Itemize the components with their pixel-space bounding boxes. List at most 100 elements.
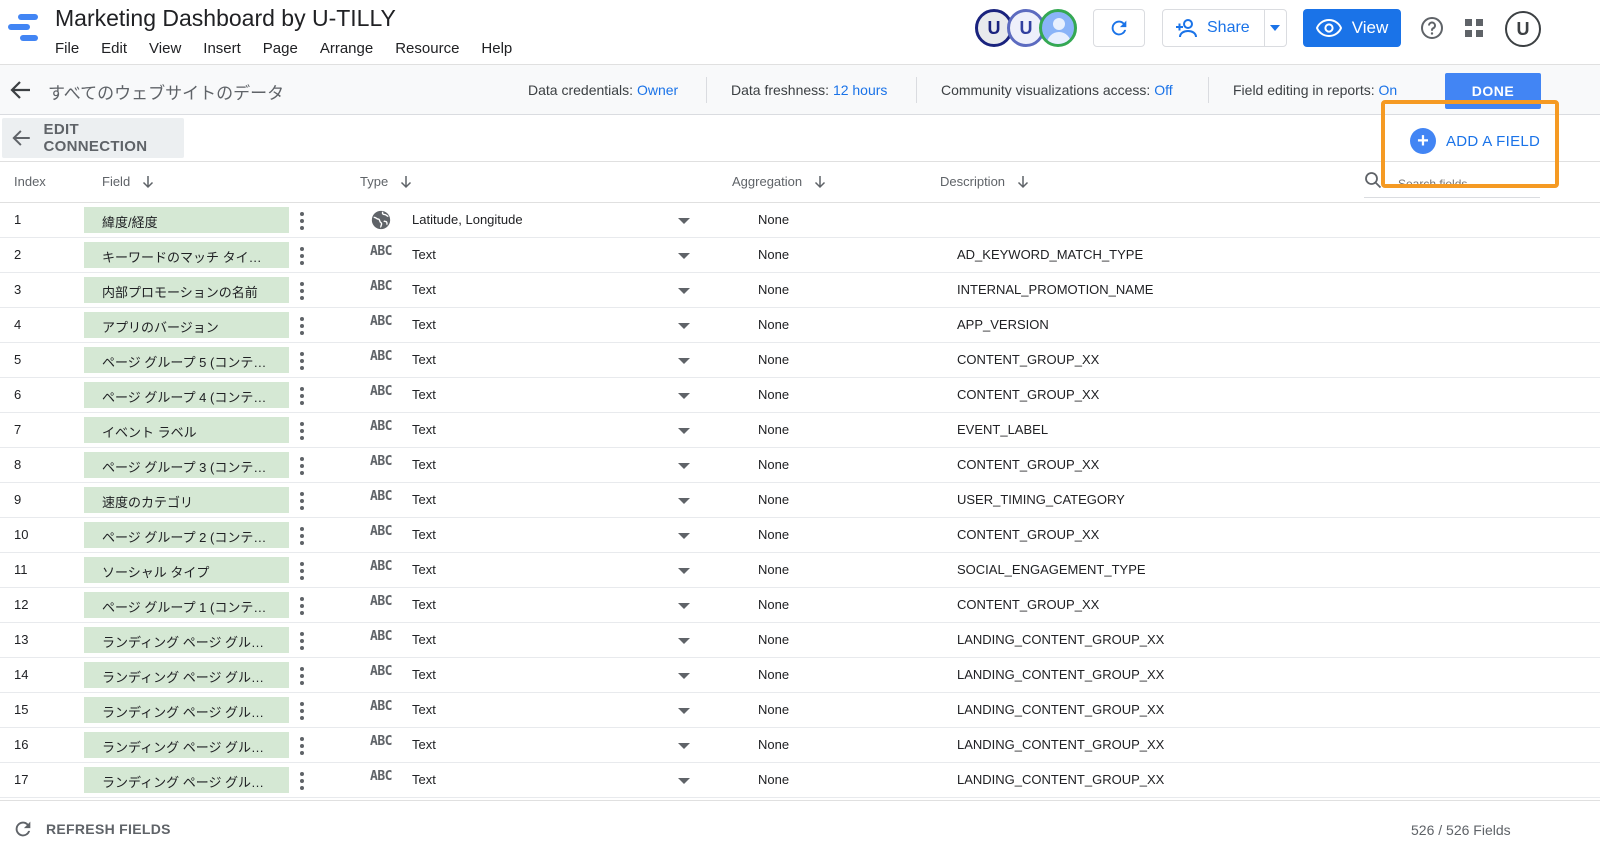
field-description[interactable]: CONTENT_GROUP_XX bbox=[957, 457, 1099, 472]
more-vert-icon[interactable] bbox=[300, 597, 304, 615]
more-vert-icon[interactable] bbox=[300, 562, 304, 580]
field-name-chip[interactable]: ランディング ページ グル… bbox=[84, 732, 289, 758]
aggregation-select[interactable]: None bbox=[758, 562, 789, 577]
field-description[interactable]: LANDING_CONTENT_GROUP_XX bbox=[957, 737, 1164, 752]
aggregation-select[interactable]: None bbox=[758, 422, 789, 437]
type-dropdown-chevron-icon[interactable] bbox=[678, 393, 690, 399]
field-name-chip[interactable]: イベント ラベル bbox=[84, 417, 289, 443]
aggregation-select[interactable]: None bbox=[758, 492, 789, 507]
more-vert-icon[interactable] bbox=[300, 702, 304, 720]
aggregation-select[interactable]: None bbox=[758, 667, 789, 682]
field-type-select[interactable]: Text bbox=[412, 702, 436, 717]
menu-item-view[interactable]: View bbox=[149, 40, 181, 57]
sort-arrow-down-icon[interactable] bbox=[142, 175, 154, 189]
more-vert-icon[interactable] bbox=[300, 457, 304, 475]
more-vert-icon[interactable] bbox=[300, 772, 304, 790]
data-credentials-setting[interactable]: Data credentials: Owner bbox=[528, 82, 678, 98]
more-vert-icon[interactable] bbox=[300, 492, 304, 510]
field-name-chip[interactable]: ランディング ページ グル… bbox=[84, 662, 289, 688]
menu-item-page[interactable]: Page bbox=[263, 40, 298, 57]
column-header-field[interactable]: Field bbox=[102, 174, 154, 189]
field-name-chip[interactable]: ページ グループ 2 (コンテ… bbox=[84, 522, 289, 548]
column-header-aggregation[interactable]: Aggregation bbox=[732, 174, 826, 189]
type-dropdown-chevron-icon[interactable] bbox=[678, 568, 690, 574]
data-freshness-setting[interactable]: Data freshness: 12 hours bbox=[731, 82, 887, 98]
field-description[interactable]: APP_VERSION bbox=[957, 317, 1049, 332]
aggregation-select[interactable]: None bbox=[758, 247, 789, 262]
edit-connection-button[interactable]: EDIT CONNECTION bbox=[2, 118, 184, 158]
field-type-select[interactable]: Text bbox=[412, 667, 436, 682]
type-dropdown-chevron-icon[interactable] bbox=[678, 603, 690, 609]
more-vert-icon[interactable] bbox=[300, 667, 304, 685]
aggregation-select[interactable]: None bbox=[758, 282, 789, 297]
field-name-chip[interactable]: ページ グループ 4 (コンテ… bbox=[84, 382, 289, 408]
more-vert-icon[interactable] bbox=[300, 247, 304, 265]
type-dropdown-chevron-icon[interactable] bbox=[678, 463, 690, 469]
aggregation-select[interactable]: None bbox=[758, 772, 789, 787]
more-vert-icon[interactable] bbox=[300, 422, 304, 440]
menu-item-insert[interactable]: Insert bbox=[203, 40, 241, 57]
field-type-select[interactable]: Text bbox=[412, 387, 436, 402]
field-name-chip[interactable]: 内部プロモーションの名前 bbox=[84, 277, 289, 303]
refresh-fields-button[interactable]: REFRESH FIELDS bbox=[12, 818, 171, 840]
field-name-chip[interactable]: ランディング ページ グル… bbox=[84, 697, 289, 723]
share-dropdown-chevron-icon[interactable] bbox=[1270, 25, 1280, 31]
field-type-select[interactable]: Text bbox=[412, 422, 436, 437]
share-button[interactable]: Share bbox=[1162, 9, 1287, 47]
type-dropdown-chevron-icon[interactable] bbox=[678, 743, 690, 749]
collaborator-avatar-person-icon[interactable] bbox=[1039, 9, 1077, 47]
field-name-chip[interactable]: 緯度/経度 bbox=[84, 207, 289, 233]
aggregation-select[interactable]: None bbox=[758, 317, 789, 332]
field-description[interactable]: AD_KEYWORD_MATCH_TYPE bbox=[957, 247, 1143, 262]
aggregation-select[interactable]: None bbox=[758, 597, 789, 612]
sort-arrow-down-icon[interactable] bbox=[400, 175, 412, 189]
view-button[interactable]: View bbox=[1303, 9, 1401, 47]
aggregation-select[interactable]: None bbox=[758, 212, 789, 227]
field-type-select[interactable]: Text bbox=[412, 527, 436, 542]
type-dropdown-chevron-icon[interactable] bbox=[678, 638, 690, 644]
aggregation-select[interactable]: None bbox=[758, 702, 789, 717]
more-vert-icon[interactable] bbox=[300, 317, 304, 335]
column-header-description[interactable]: Description bbox=[940, 174, 1029, 189]
field-name-chip[interactable]: ソーシャル タイプ bbox=[84, 557, 289, 583]
field-type-select[interactable]: Text bbox=[412, 457, 436, 472]
more-vert-icon[interactable] bbox=[300, 352, 304, 370]
field-name-chip[interactable]: ページ グループ 3 (コンテ… bbox=[84, 452, 289, 478]
type-dropdown-chevron-icon[interactable] bbox=[678, 533, 690, 539]
type-dropdown-chevron-icon[interactable] bbox=[678, 498, 690, 504]
field-type-select[interactable]: Text bbox=[412, 562, 436, 577]
field-name-chip[interactable]: ランディング ページ グル… bbox=[84, 767, 289, 793]
field-description[interactable]: USER_TIMING_CATEGORY bbox=[957, 492, 1125, 507]
field-description[interactable]: CONTENT_GROUP_XX bbox=[957, 597, 1099, 612]
more-vert-icon[interactable] bbox=[300, 632, 304, 650]
field-type-select[interactable]: Text bbox=[412, 772, 436, 787]
field-type-select[interactable]: Latitude, Longitude bbox=[412, 212, 523, 227]
field-name-chip[interactable]: アプリのバージョン bbox=[84, 312, 289, 338]
menu-item-file[interactable]: File bbox=[55, 40, 79, 57]
field-description[interactable]: EVENT_LABEL bbox=[957, 422, 1048, 437]
aggregation-select[interactable]: None bbox=[758, 352, 789, 367]
more-vert-icon[interactable] bbox=[300, 737, 304, 755]
field-type-select[interactable]: Text bbox=[412, 632, 436, 647]
field-description[interactable]: LANDING_CONTENT_GROUP_XX bbox=[957, 632, 1164, 647]
sort-arrow-down-icon[interactable] bbox=[814, 175, 826, 189]
field-description[interactable]: LANDING_CONTENT_GROUP_XX bbox=[957, 772, 1164, 787]
back-arrow-icon[interactable] bbox=[10, 80, 32, 100]
field-name-chip[interactable]: キーワードのマッチ タイ… bbox=[84, 242, 289, 268]
field-name-chip[interactable]: ページ グループ 1 (コンテ… bbox=[84, 592, 289, 618]
menu-item-edit[interactable]: Edit bbox=[101, 40, 127, 57]
user-account-avatar[interactable]: U bbox=[1505, 11, 1541, 47]
field-description[interactable]: CONTENT_GROUP_XX bbox=[957, 387, 1099, 402]
aggregation-select[interactable]: None bbox=[758, 527, 789, 542]
more-vert-icon[interactable] bbox=[300, 387, 304, 405]
menu-item-help[interactable]: Help bbox=[481, 40, 512, 57]
apps-grid-icon[interactable] bbox=[1465, 19, 1485, 39]
help-icon[interactable] bbox=[1420, 16, 1444, 40]
aggregation-select[interactable]: None bbox=[758, 457, 789, 472]
field-description[interactable]: LANDING_CONTENT_GROUP_XX bbox=[957, 667, 1164, 682]
aggregation-select[interactable]: None bbox=[758, 632, 789, 647]
data-studio-logo-icon[interactable] bbox=[8, 12, 42, 46]
type-dropdown-chevron-icon[interactable] bbox=[678, 323, 690, 329]
type-dropdown-chevron-icon[interactable] bbox=[678, 288, 690, 294]
field-description[interactable]: LANDING_CONTENT_GROUP_XX bbox=[957, 702, 1164, 717]
